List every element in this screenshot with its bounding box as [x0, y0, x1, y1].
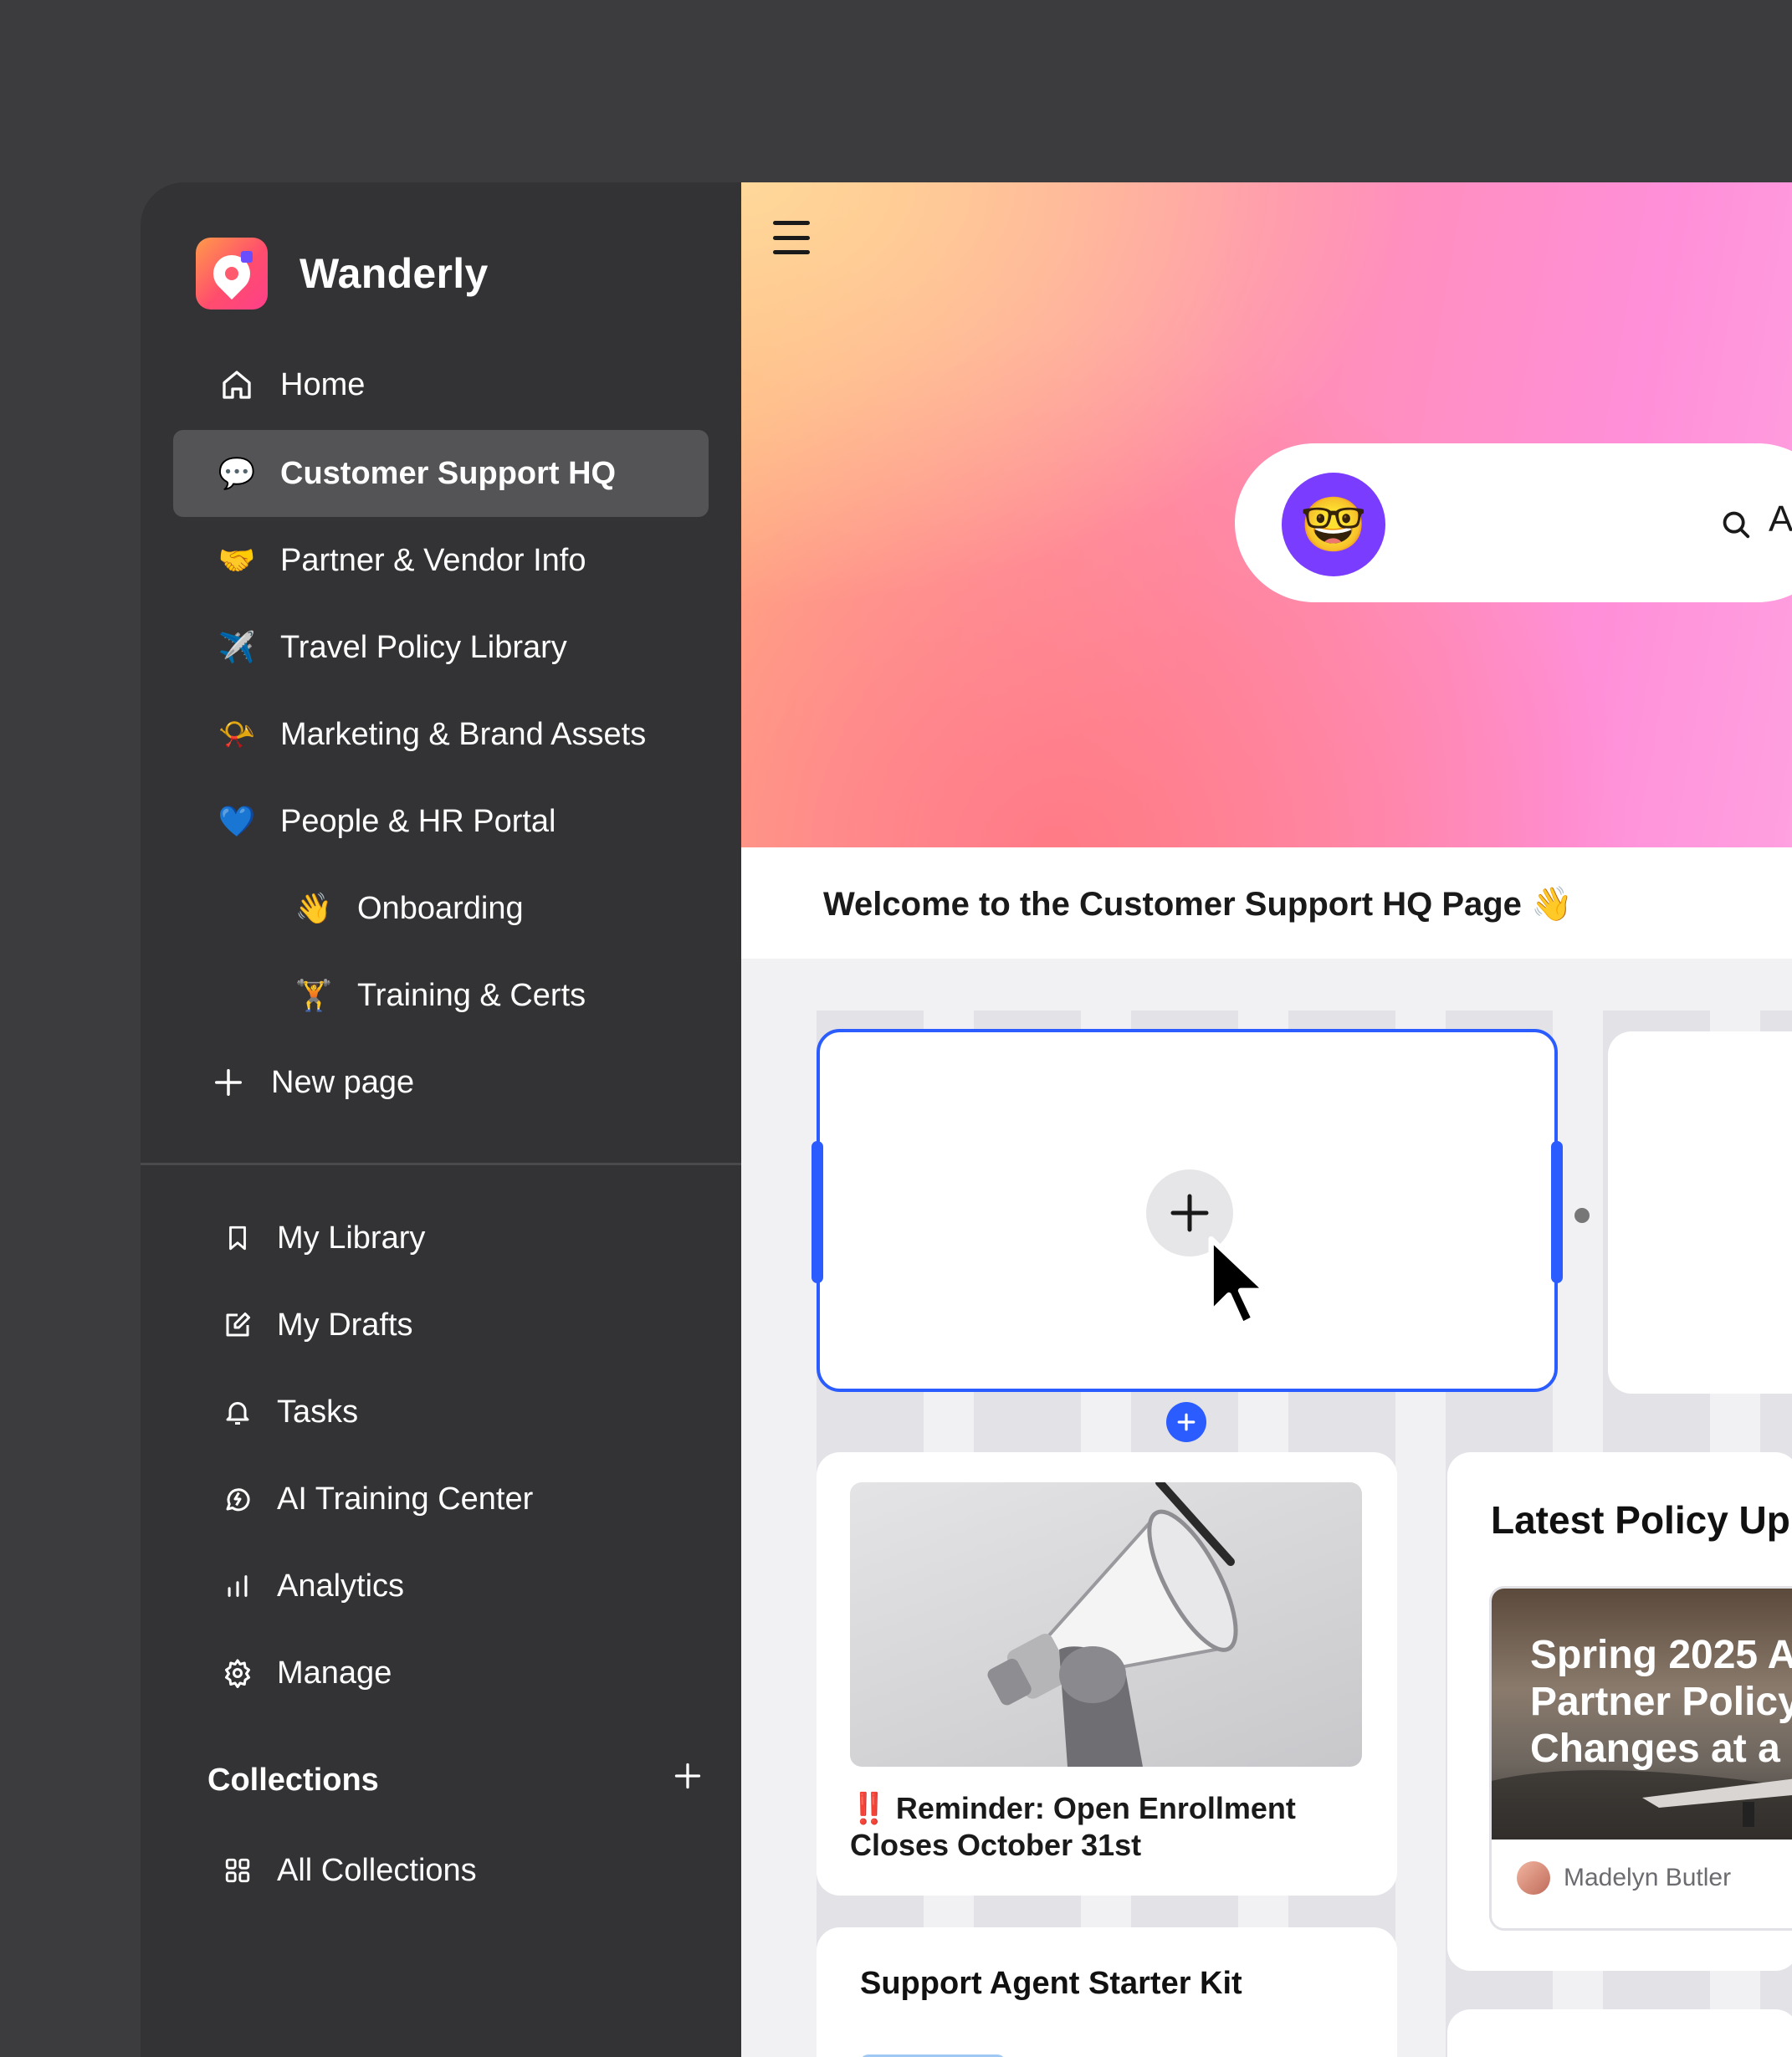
- policy-article-headline: Spring 2025 A Partner Policy Changes at …: [1530, 1632, 1792, 1773]
- handshake-icon: 🤝: [218, 543, 256, 577]
- starter-kit-card[interactable]: Support Agent Starter Kit: [817, 1927, 1397, 2057]
- reminder-card[interactable]: ‼️ Reminder: Open Enrollment Closes Octob…: [817, 1452, 1397, 1896]
- bookmark-icon: [218, 1224, 257, 1252]
- sidebar-item-label: My Drafts: [277, 1307, 413, 1343]
- plus-icon: [209, 1067, 248, 1098]
- double-exclamation-icon: ‼️: [850, 1791, 888, 1825]
- sidebar-item-people-hr[interactable]: 💙 People & HR Portal: [173, 778, 709, 865]
- collections-title: Collections: [207, 1762, 379, 1798]
- search-text: A: [1769, 499, 1792, 540]
- avatar[interactable]: 🤓: [1282, 473, 1385, 576]
- block-card[interactable]: [1447, 2009, 1792, 2057]
- weightlifter-icon: 🏋️: [294, 978, 333, 1012]
- collections-header: Collections: [207, 1755, 703, 1805]
- author-name: Madelyn Butler: [1564, 1864, 1732, 1891]
- sidebar-item-my-library[interactable]: My Library: [173, 1195, 709, 1282]
- sidebar-item-ai-training[interactable]: AI Training Center: [173, 1456, 709, 1543]
- gear-icon: [218, 1658, 257, 1688]
- sidebar-item-label: Travel Policy Library: [280, 629, 567, 665]
- search-bar[interactable]: 🤓 A: [1235, 443, 1792, 602]
- policy-article-card[interactable]: Spring 2025 A Partner Policy Changes at …: [1489, 1586, 1792, 1931]
- page-title: Welcome to the Customer Support HQ Page …: [823, 886, 1573, 923]
- bell-icon: [218, 1397, 257, 1427]
- block-card[interactable]: [1608, 1031, 1792, 1394]
- ai-icon: [218, 1484, 257, 1514]
- sidebar: Wanderly Home 💬 Customer Support HQ 🤝 Pa…: [141, 182, 741, 2057]
- menu-icon[interactable]: [773, 221, 810, 254]
- sidebar-item-label: All Collections: [277, 1852, 477, 1888]
- sidebar-item-label: My Library: [277, 1220, 426, 1256]
- sidebar-item-label: Customer Support HQ: [280, 455, 617, 491]
- mouse-cursor-icon: [1208, 1236, 1269, 1328]
- sidebar-item-my-drafts[interactable]: My Drafts: [173, 1282, 709, 1369]
- resize-handle-left[interactable]: [812, 1141, 823, 1283]
- sidebar-item-partner-vendor[interactable]: 🤝 Partner & Vendor Info: [173, 517, 709, 604]
- sidebar-item-marketing[interactable]: 📯 Marketing & Brand Assets: [173, 691, 709, 778]
- sidebar-item-customer-support-hq[interactable]: 💬 Customer Support HQ: [173, 430, 709, 517]
- article-author: Madelyn Butler: [1517, 1861, 1731, 1895]
- reminder-title[interactable]: ‼️ Reminder: Open Enrollment Closes Octob…: [850, 1790, 1352, 1864]
- sidebar-item-onboarding[interactable]: 👋 Onboarding: [173, 865, 709, 952]
- sidebar-item-label: Manage: [277, 1655, 392, 1691]
- latest-policy-title: Latest Policy Up: [1491, 1498, 1790, 1542]
- starter-kit-title: Support Agent Starter Kit: [860, 1966, 1242, 2001]
- megaphone-image: [850, 1482, 1362, 1767]
- search-icon: [1720, 509, 1752, 545]
- sidebar-item-all-collections[interactable]: All Collections: [173, 1827, 709, 1914]
- sidebar-item-tasks[interactable]: Tasks: [173, 1369, 709, 1456]
- welcome-strip: Welcome to the Customer Support HQ Page …: [741, 847, 1792, 959]
- sidebar-item-label: AI Training Center: [277, 1481, 534, 1517]
- sidebar-item-analytics[interactable]: Analytics: [173, 1543, 709, 1630]
- bar-chart-icon: [218, 1572, 257, 1600]
- waving-hand-icon: 👋: [294, 891, 333, 925]
- sidebar-item-label: People & HR Portal: [280, 803, 556, 839]
- airplane-icon: ✈️: [218, 630, 256, 664]
- headline-line: Spring 2025 A: [1530, 1633, 1792, 1677]
- add-collection-button[interactable]: [673, 1761, 703, 1799]
- blue-heart-icon: 💙: [218, 804, 256, 838]
- sidebar-divider: [141, 1163, 741, 1165]
- grid-icon: [218, 1856, 257, 1885]
- drag-dot: [1574, 1208, 1590, 1223]
- sidebar-item-label: Onboarding: [357, 890, 524, 926]
- sidebar-item-home[interactable]: Home: [173, 341, 709, 428]
- headline-line: Partner Policy: [1530, 1680, 1792, 1724]
- sidebar-item-training-certs[interactable]: 🏋️ Training & Certs: [173, 952, 709, 1039]
- sidebar-item-label: Training & Certs: [357, 977, 586, 1013]
- headline-line: Changes at a G: [1530, 1727, 1792, 1771]
- latest-policy-card[interactable]: Latest Policy Up Spring 2025 A Partner P…: [1447, 1452, 1792, 1971]
- sidebar-item-label: Partner & Vendor Info: [280, 542, 586, 578]
- horn-icon: 📯: [218, 717, 256, 751]
- edit-icon: [218, 1310, 257, 1340]
- reminder-title-text: Reminder: Open Enrollment Closes October…: [850, 1791, 1296, 1862]
- resize-handle-right[interactable]: [1551, 1141, 1563, 1283]
- home-icon: [213, 368, 260, 402]
- policy-article-image: Spring 2025 A Partner Policy Changes at …: [1492, 1589, 1792, 1840]
- insert-row-button[interactable]: [1166, 1402, 1206, 1442]
- sidebar-item-manage[interactable]: Manage: [173, 1630, 709, 1717]
- author-avatar: [1517, 1861, 1550, 1895]
- new-page-button[interactable]: New page: [209, 1039, 414, 1126]
- main-content: 🤓 A Welcome to the Customer Support HQ P…: [741, 182, 1792, 2057]
- brand[interactable]: Wanderly: [196, 238, 489, 310]
- new-page-label: New page: [271, 1064, 415, 1100]
- page-banner: 🤓 A: [741, 182, 1792, 847]
- sidebar-item-label: Tasks: [277, 1394, 359, 1430]
- add-block-placeholder[interactable]: [812, 1029, 1563, 1392]
- sidebar-item-label: Marketing & Brand Assets: [280, 716, 647, 752]
- sidebar-item-label: Home: [280, 366, 366, 402]
- brand-logo-icon: [196, 238, 268, 310]
- sidebar-item-label: Analytics: [277, 1568, 405, 1604]
- brand-name: Wanderly: [300, 250, 489, 297]
- speech-bubble-icon: 💬: [218, 456, 256, 490]
- sidebar-item-travel-policy[interactable]: ✈️ Travel Policy Library: [173, 604, 709, 691]
